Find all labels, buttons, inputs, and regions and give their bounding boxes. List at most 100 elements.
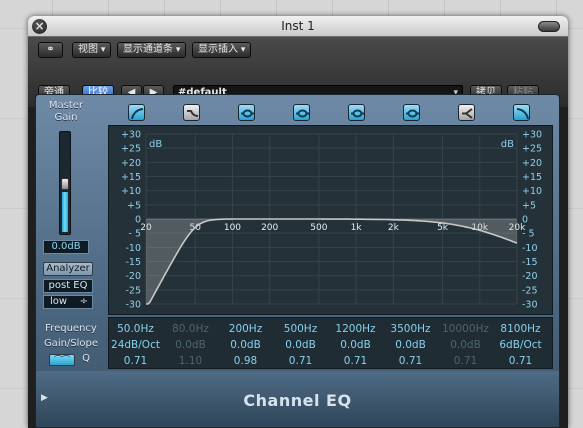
db-tick-label: -20 — [522, 271, 538, 282]
band-column: 1200Hz 0.0dB 0.71 — [328, 321, 383, 369]
db-tick-label: -30 — [522, 300, 538, 311]
band-q-value[interactable]: 0.71 — [493, 353, 548, 369]
band-gain-value[interactable]: 6dB/Oct — [493, 337, 548, 353]
freq-tick-label: 500 — [310, 223, 327, 233]
band-freq-value[interactable]: 10000Hz — [438, 321, 493, 337]
link-bands-icon[interactable]: ⌒⌒ — [49, 354, 75, 366]
freq-tick-label: 100 — [224, 223, 241, 233]
fader-level — [62, 192, 68, 232]
toolbar-toggle-button[interactable] — [538, 21, 560, 32]
db-tick-label: +15 — [121, 172, 141, 183]
resolution-select[interactable]: low ÷ — [43, 295, 93, 309]
channel-strip-menu[interactable]: 显示通道条 — [117, 42, 187, 58]
band-q-value[interactable]: 0.71 — [108, 353, 163, 369]
band-gain-value[interactable]: 0.0dB — [163, 337, 218, 353]
db-tick-label: +15 — [522, 172, 542, 183]
resolution-value: low — [50, 296, 68, 307]
eq-graph-canvas[interactable]: +30 +30+25 +25+20 +20+15 +15+10 +10+5 +50 0- 5-… — [109, 126, 554, 316]
window-title: Inst 1 — [281, 19, 315, 33]
band-freq-value[interactable]: 1200Hz — [328, 321, 383, 337]
db-tick-label: -20 — [125, 271, 141, 282]
band-gain-value[interactable]: 0.0dB — [383, 337, 438, 353]
band-q-value[interactable]: 0.71 — [273, 353, 328, 369]
gain-slope-label: Gain/Slope — [43, 338, 99, 349]
freq-tick-label: 2k — [388, 223, 400, 233]
db-tick-label: -30 — [125, 300, 141, 311]
gain-value[interactable]: 0.0dB — [43, 240, 89, 254]
frequency-label: Frequency — [45, 323, 97, 334]
band-q-value[interactable]: 0.71 — [328, 353, 383, 369]
plugin-window: × Inst 1 ⚭ 视图 显示通道条 显示插入 旁通 比较 ◀ ▶ #defa… — [28, 16, 568, 428]
db-tick-label: -15 — [522, 257, 538, 268]
band-gain-value[interactable]: 0.0dB — [273, 337, 328, 353]
band-gain-value[interactable]: 24dB/Oct — [108, 337, 163, 353]
db-tick-label: +25 — [522, 144, 542, 155]
db-tick-label: +30 — [121, 130, 141, 141]
bell-icon[interactable] — [348, 104, 365, 121]
band-gain-value[interactable]: 0.0dB — [218, 337, 273, 353]
band-gain-value[interactable]: 0.0dB — [328, 337, 383, 353]
band-q-value[interactable]: 0.98 — [218, 353, 273, 369]
plugin-name: Channel EQ — [243, 391, 352, 410]
db-unit-label: dB — [149, 139, 162, 150]
db-tick-label: +30 — [522, 130, 542, 141]
band-column: 10000Hz 0.0dB 0.71 — [438, 321, 493, 369]
band-q-value[interactable]: 0.71 — [438, 353, 493, 369]
db-tick-label: +5 — [127, 200, 141, 211]
freq-tick-label: 200 — [261, 223, 278, 233]
low-shelf-icon[interactable] — [183, 104, 200, 121]
link-icon[interactable]: ⚭ — [38, 42, 63, 58]
q-label: Q — [82, 353, 90, 364]
band-freq-value[interactable]: 50.0Hz — [108, 321, 163, 337]
band-parameters: 50.0Hz 24dB/Oct 0.71 80.0Hz 0.0dB 1.10 200Hz 0.… — [108, 317, 553, 369]
db-unit-label: dB — [501, 139, 514, 150]
band-buttons — [108, 101, 553, 123]
bell-icon[interactable] — [403, 104, 420, 121]
band-gain-value[interactable]: 0.0dB — [438, 337, 493, 353]
plugin-footer: ▶ Channel EQ — [36, 371, 559, 427]
bell-icon[interactable] — [238, 104, 255, 121]
db-tick-label: +25 — [121, 144, 141, 155]
analyzer-mode[interactable]: post EQ — [43, 279, 93, 293]
db-tick-label: +20 — [121, 158, 141, 169]
db-tick-label: +5 — [522, 200, 536, 211]
band-column: 50.0Hz 24dB/Oct 0.71 — [108, 321, 163, 369]
db-tick-label: -25 — [522, 285, 538, 296]
band-q-value[interactable]: 0.71 — [383, 353, 438, 369]
band-freq-value[interactable]: 200Hz — [218, 321, 273, 337]
master-gain-fader[interactable] — [59, 131, 71, 235]
db-tick-label: -25 — [125, 285, 141, 296]
stepper-icon: ÷ — [79, 296, 88, 307]
db-tick-label: +10 — [522, 186, 542, 197]
band-q-value[interactable]: 1.10 — [163, 353, 218, 369]
db-tick-label: +10 — [121, 186, 141, 197]
insert-menu[interactable]: 显示插入 — [192, 42, 252, 58]
db-tick-label: -15 — [125, 257, 141, 268]
band-column: 200Hz 0.0dB 0.98 — [218, 321, 273, 369]
band-column: 500Hz 0.0dB 0.71 — [273, 321, 328, 369]
band-freq-value[interactable]: 500Hz — [273, 321, 328, 337]
fader-handle[interactable] — [61, 178, 69, 190]
db-tick-label: -10 — [125, 243, 141, 254]
master-gain-label: Master Gain — [48, 100, 84, 123]
low-cut-icon[interactable] — [128, 104, 145, 121]
db-tick-label: +20 — [522, 158, 542, 169]
db-tick-label: - 5 — [129, 229, 142, 240]
freq-tick-label: 5k — [437, 223, 449, 233]
high-shelf-icon[interactable] — [458, 104, 475, 121]
bell-icon[interactable] — [293, 104, 310, 121]
freq-tick-label: 1k — [351, 223, 363, 233]
db-tick-label: -10 — [522, 243, 538, 254]
high-cut-icon[interactable] — [513, 104, 530, 121]
band-column: 80.0Hz 0.0dB 1.10 — [163, 321, 218, 369]
band-column: 8100Hz 6dB/Oct 0.71 — [493, 321, 548, 369]
title-bar[interactable]: × Inst 1 — [28, 16, 568, 37]
master-gain-section: Master Gain 0.0dB Analyzer post EQ low ÷ — [36, 95, 96, 309]
band-freq-value[interactable]: 8100Hz — [493, 321, 548, 337]
eq-graph[interactable]: +30 +30 +25 +25 +20 +20 +15 +15 +10 +10 +5 +5 0 0- 5-… — [108, 125, 553, 315]
band-freq-value[interactable]: 3500Hz — [383, 321, 438, 337]
view-menu[interactable]: 视图 — [72, 42, 112, 58]
channel-eq-panel: Master Gain 0.0dB Analyzer post EQ low ÷ … — [35, 94, 560, 428]
analyzer-button[interactable]: Analyzer — [43, 262, 93, 276]
band-freq-value[interactable]: 80.0Hz — [163, 321, 218, 337]
